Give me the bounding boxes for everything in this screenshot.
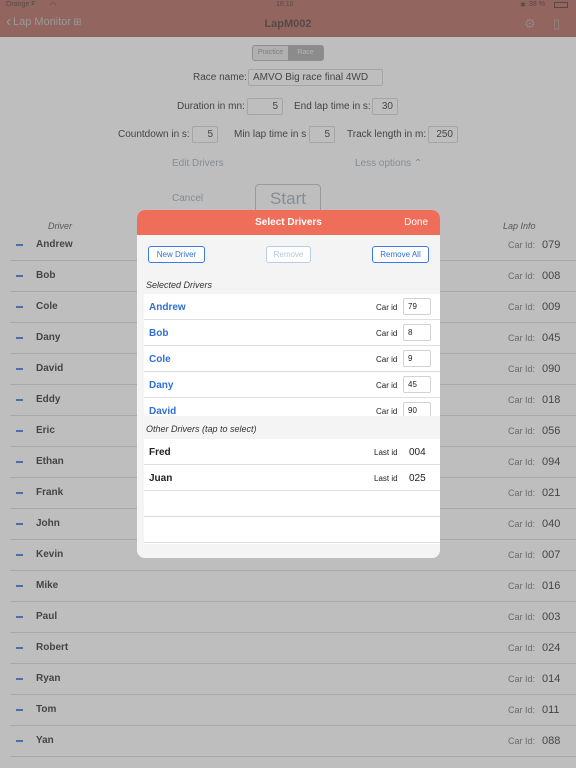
car-id-field[interactable]: 8 — [403, 324, 431, 341]
remove-button[interactable]: Remove — [266, 246, 311, 263]
other-drivers-list[interactable]: Fred Last id 004 Juan Last id 025 — [144, 439, 440, 544]
remove-all-button[interactable]: Remove All — [372, 246, 429, 263]
selected-driver-name: Dany — [149, 380, 174, 391]
other-driver-row[interactable]: Fred Last id 004 — [144, 439, 440, 465]
modal-title: Select Drivers — [255, 217, 322, 228]
last-id-value: 004 — [409, 447, 426, 458]
modal-header: Select Drivers Done — [137, 210, 440, 235]
car-id-label: Car id — [376, 355, 398, 364]
car-id-field[interactable]: 9 — [403, 350, 431, 367]
car-id-field[interactable]: 90 — [403, 402, 431, 416]
empty-row — [144, 517, 440, 543]
empty-row — [144, 491, 440, 517]
selected-drivers-heading: Selected Drivers — [146, 280, 213, 290]
done-button[interactable]: Done — [404, 217, 428, 228]
selected-driver-name: David — [149, 406, 177, 416]
car-id-field[interactable]: 79 — [403, 298, 431, 315]
row-divider — [144, 542, 440, 543]
nav-backdrop — [0, 0, 576, 37]
car-id-label: Car id — [376, 407, 398, 416]
selected-driver-row[interactable]: Dany Car id 45 — [144, 372, 440, 398]
other-driver-row[interactable]: Juan Last id 025 — [144, 465, 440, 491]
selected-driver-row[interactable]: Andrew Car id 79 — [144, 294, 440, 320]
car-id-field[interactable]: 45 — [403, 376, 431, 393]
selected-driver-row[interactable]: Bob Car id 8 — [144, 320, 440, 346]
selected-drivers-list[interactable]: Andrew Car id 79 Bob Car id 8 Cole Car id 9 Dany C… — [144, 294, 440, 416]
other-driver-name: Juan — [149, 473, 173, 484]
last-id-label: Last id — [374, 448, 398, 457]
selected-driver-row[interactable]: David Car id 90 — [144, 398, 440, 416]
car-id-label: Car id — [376, 381, 398, 390]
car-id-label: Car id — [376, 329, 398, 338]
other-driver-name: Fred — [149, 447, 171, 458]
selected-driver-row[interactable]: Cole Car id 9 — [144, 346, 440, 372]
selected-driver-name: Cole — [149, 354, 171, 365]
modal-body: New Driver Remove Remove All Selected Dr… — [137, 235, 440, 558]
new-driver-button[interactable]: New Driver — [148, 246, 205, 263]
last-id-label: Last id — [374, 474, 398, 483]
car-id-label: Car id — [376, 303, 398, 312]
select-drivers-modal: Select Drivers Done New Driver Remove Re… — [137, 210, 440, 558]
other-drivers-heading: Other Drivers (tap to select) — [146, 424, 257, 434]
selected-driver-name: Bob — [149, 328, 169, 339]
selected-driver-name: Andrew — [149, 302, 186, 313]
last-id-value: 025 — [409, 473, 426, 484]
